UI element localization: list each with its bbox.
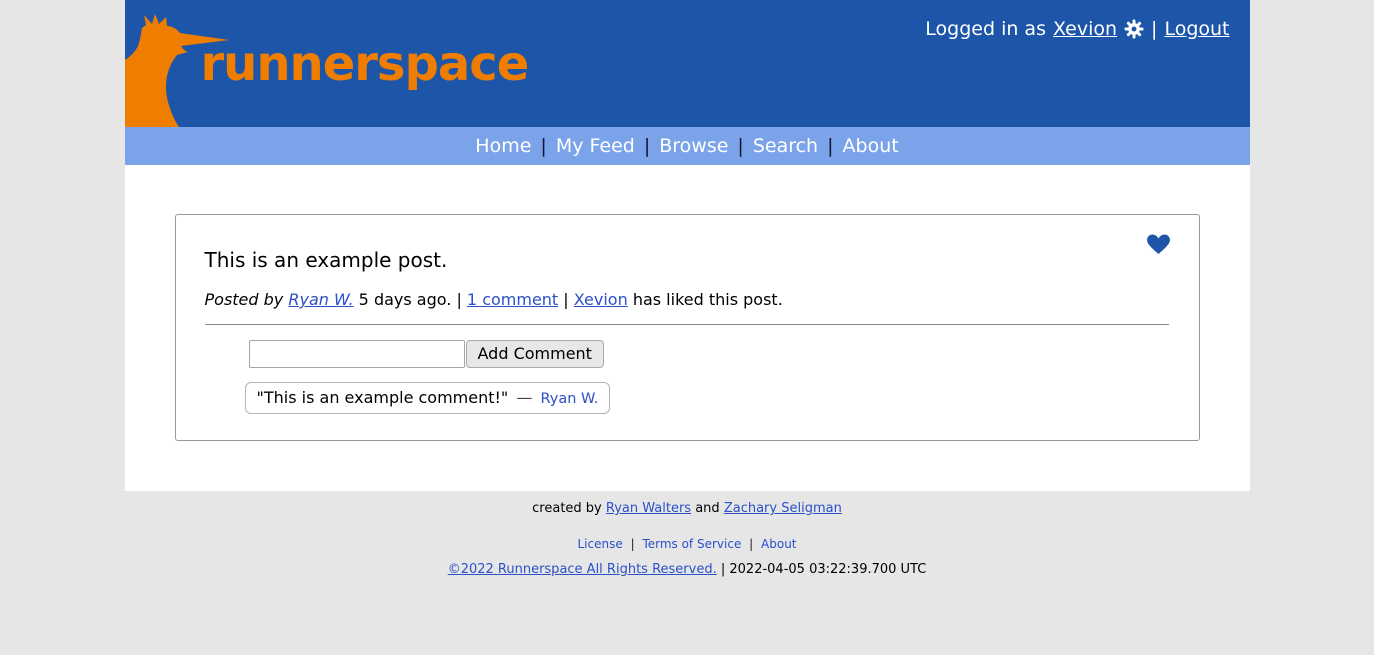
nav-item-about[interactable]: About bbox=[843, 135, 899, 157]
copyright-link[interactable]: ©2022 Runnerspace All Rights Reserved. bbox=[448, 562, 717, 577]
comment-form: Add Comment bbox=[249, 340, 1169, 368]
site-footer: created by Ryan Walters and Zachary Seli… bbox=[125, 491, 1250, 577]
post-card: This is an example post. Posted by Ryan … bbox=[175, 214, 1200, 441]
header-separator: | bbox=[1151, 18, 1157, 40]
meta-separator: | bbox=[563, 290, 568, 309]
main-nav: Home | My Feed | Browse | Search | About bbox=[125, 127, 1250, 165]
server-timestamp: 2022-04-05 03:22:39.700 UTC bbox=[729, 562, 926, 577]
terms-link[interactable]: Terms of Service bbox=[642, 537, 741, 551]
timestamp-separator: | bbox=[721, 562, 725, 577]
post-divider bbox=[205, 324, 1169, 325]
creator-link-ryan[interactable]: Ryan Walters bbox=[606, 501, 691, 516]
page-container: runnerspace Logged in as Xevion bbox=[125, 0, 1250, 577]
footer-separator: | bbox=[631, 537, 635, 551]
nav-separator: | bbox=[644, 135, 650, 157]
footer-copyright-line: ©2022 Runnerspace All Rights Reserved. |… bbox=[125, 562, 1250, 577]
logo-text: runnerspace bbox=[201, 36, 529, 92]
like-heart-icon[interactable] bbox=[1147, 234, 1170, 255]
meta-separator: | bbox=[456, 290, 461, 309]
comment-dash: — bbox=[516, 388, 532, 407]
nav-separator: | bbox=[827, 135, 833, 157]
settings-gear-icon[interactable] bbox=[1124, 19, 1144, 39]
license-link[interactable]: License bbox=[577, 537, 622, 551]
post-age: 5 days ago. bbox=[359, 290, 452, 309]
footer-credits: created by Ryan Walters and Zachary Seli… bbox=[125, 501, 1250, 516]
logged-in-label: Logged in as bbox=[925, 18, 1046, 40]
about-link[interactable]: About bbox=[761, 537, 796, 551]
footer-separator: | bbox=[749, 537, 753, 551]
footer-links: License | Terms of Service | About bbox=[125, 537, 1250, 551]
liked-suffix: has liked this post. bbox=[633, 290, 783, 309]
liker-link[interactable]: Xevion bbox=[574, 290, 628, 309]
logout-link[interactable]: Logout bbox=[1164, 18, 1229, 40]
nav-item-my-feed[interactable]: My Feed bbox=[556, 135, 635, 157]
user-info: Logged in as Xevion bbox=[925, 18, 1229, 40]
nav-item-browse[interactable]: Browse bbox=[659, 135, 728, 157]
and-label: and bbox=[695, 501, 719, 516]
main-content: This is an example post. Posted by Ryan … bbox=[125, 165, 1250, 491]
comment-author-link[interactable]: Ryan W. bbox=[540, 391, 598, 407]
comment-text: "This is an example comment!" bbox=[257, 388, 509, 407]
nav-separator: | bbox=[540, 135, 546, 157]
comment-item: "This is an example comment!" — Ryan W. bbox=[245, 382, 611, 414]
post-meta: Posted by Ryan W. 5 days ago. | 1 commen… bbox=[205, 290, 1169, 309]
username-link[interactable]: Xevion bbox=[1053, 18, 1117, 40]
comments-count-link[interactable]: 1 comment bbox=[467, 290, 558, 309]
site-header: runnerspace Logged in as Xevion bbox=[125, 0, 1250, 127]
post-title: This is an example post. bbox=[205, 248, 1169, 272]
post-author-link[interactable]: Ryan W. bbox=[288, 290, 353, 309]
creator-link-zachary[interactable]: Zachary Seligman bbox=[724, 501, 842, 516]
nav-separator: | bbox=[737, 135, 743, 157]
nav-item-search[interactable]: Search bbox=[753, 135, 818, 157]
nav-item-home[interactable]: Home bbox=[475, 135, 531, 157]
comment-input[interactable] bbox=[249, 340, 465, 368]
posted-by-label: Posted by bbox=[205, 290, 284, 309]
created-by-label: created by bbox=[532, 501, 602, 516]
add-comment-button[interactable]: Add Comment bbox=[466, 340, 604, 368]
